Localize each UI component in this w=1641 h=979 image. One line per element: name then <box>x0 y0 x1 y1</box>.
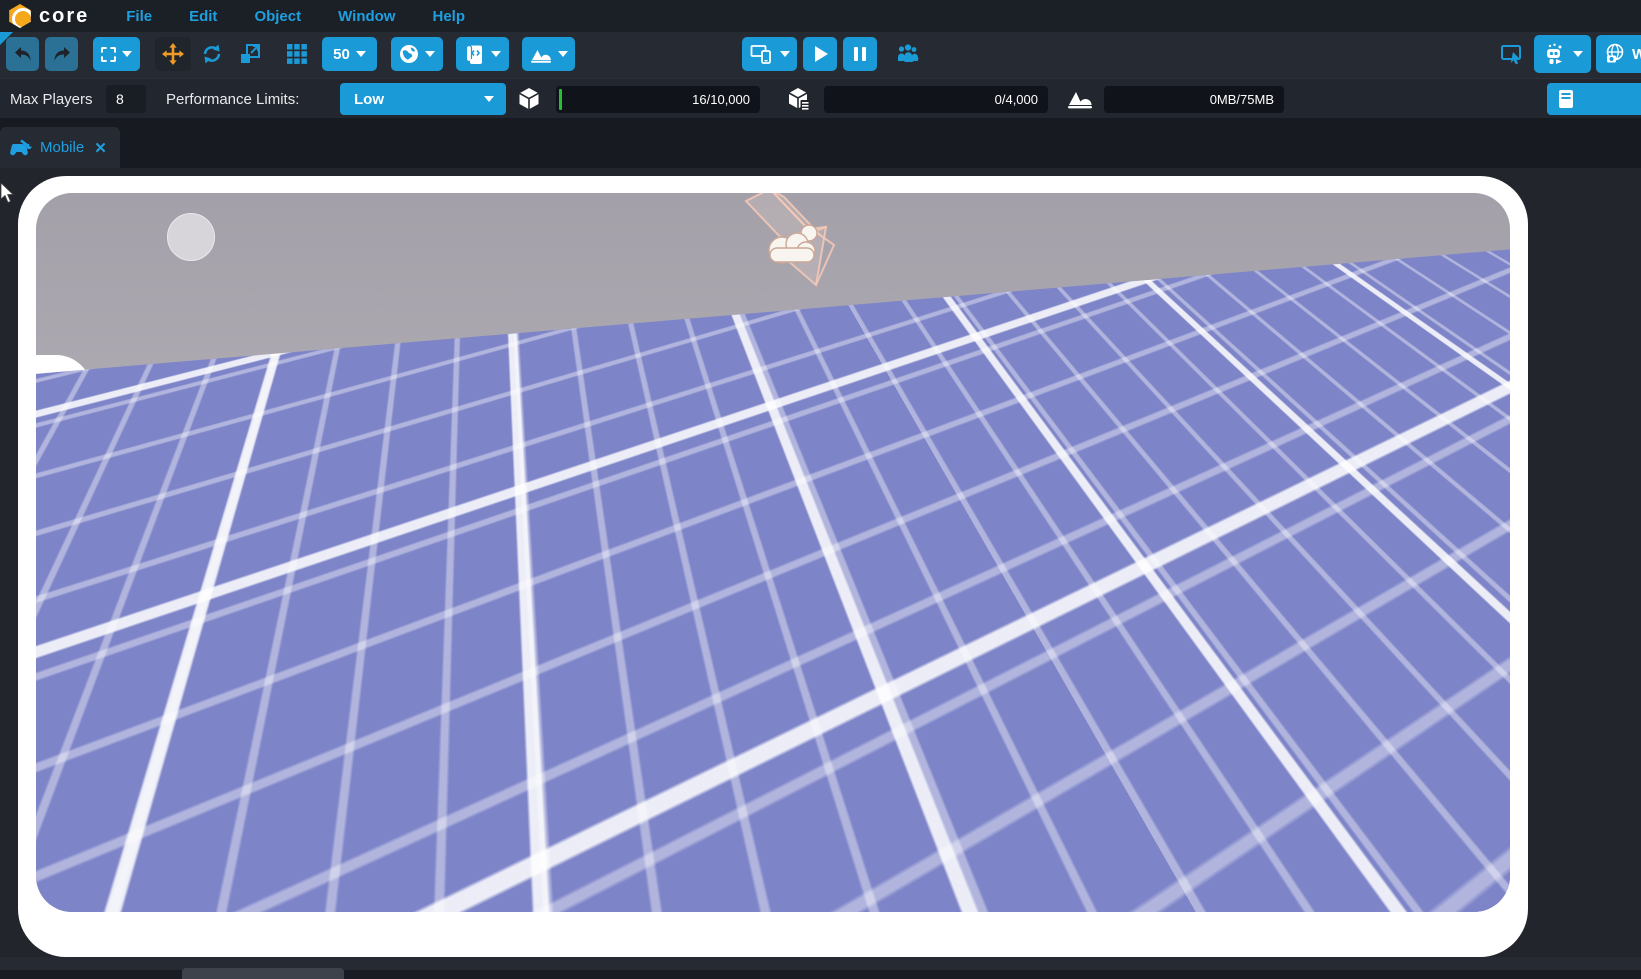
undo-button[interactable] <box>6 37 39 71</box>
menu-object[interactable]: Object <box>254 8 301 25</box>
play-button[interactable] <box>803 37 837 71</box>
networked-object-value: 0/4,000 <box>995 92 1038 107</box>
web-publish-button[interactable]: W <box>1596 35 1641 73</box>
object-count-meter: 16/10,000 <box>556 86 760 113</box>
chevron-down-icon <box>780 51 790 57</box>
mouse-cursor <box>0 183 15 204</box>
max-players-label: Max Players <box>10 91 93 108</box>
menu-help[interactable]: Help <box>432 8 465 25</box>
scene-viewport[interactable]: Z X Y <box>0 168 1641 979</box>
undo-icon <box>13 45 33 63</box>
performance-bar: Max Players 8 Performance Limits: Low 16… <box>0 78 1641 118</box>
networked-object-meter: 0/4,000 <box>824 86 1048 113</box>
3d-scene[interactable]: Z X Y <box>36 193 1510 912</box>
axis-y-label: Y <box>90 908 100 912</box>
chevron-down-icon <box>491 51 501 57</box>
axis-x-label: X <box>97 870 107 886</box>
redo-button[interactable] <box>45 37 78 71</box>
bot-assistant-dropdown[interactable] <box>1534 35 1591 73</box>
max-players-field[interactable]: 8 <box>106 85 146 113</box>
terrain-memory-icon <box>1066 86 1094 117</box>
device-preview-icon <box>750 44 774 65</box>
grid-snap-button[interactable] <box>281 37 313 71</box>
web-button-label: W <box>1632 46 1641 63</box>
terrain-memory-meter: 0MB/75MB <box>1104 86 1284 113</box>
selection-box-icon <box>101 47 116 62</box>
menu-window[interactable]: Window <box>338 8 395 25</box>
menu-bar: core File Edit Object Window Help <box>0 0 1641 32</box>
snap-size-value: 50 <box>333 46 350 63</box>
player-spawn-capsule[interactable] <box>748 489 812 593</box>
core-logo-icon <box>8 4 32 28</box>
spawn-point-gizmo[interactable] <box>712 193 846 289</box>
chevron-down-icon <box>484 96 494 102</box>
menu-file[interactable]: File <box>126 8 152 25</box>
snap-size-dropdown[interactable]: 50 <box>322 37 377 71</box>
screen-share-button[interactable] <box>1497 37 1527 71</box>
panel-icon <box>1557 88 1577 110</box>
move-tool-button[interactable] <box>155 37 191 71</box>
axis-z-label: Z <box>61 838 70 854</box>
mobile-device-frame: Z X Y <box>18 176 1528 957</box>
networked-object-icon <box>786 86 812 117</box>
move-tool-icon <box>162 43 184 65</box>
main-toolbar: 50 <box>0 32 1641 78</box>
grid-icon <box>286 43 308 65</box>
performance-limits-dropdown[interactable]: Low <box>340 83 506 115</box>
multiplayer-preview-button[interactable] <box>890 37 926 71</box>
rotate-tool-icon <box>201 43 223 65</box>
chevron-down-icon <box>122 51 132 57</box>
multiplayer-preview-icon <box>896 43 920 65</box>
performance-limits-label: Performance Limits: <box>166 91 299 108</box>
tab-mobile-label: Mobile <box>40 139 84 156</box>
selection-mode-dropdown[interactable] <box>93 37 140 71</box>
globe-camera-icon <box>1604 43 1626 65</box>
globe-icon <box>399 44 419 64</box>
scale-tool-button[interactable] <box>234 37 266 71</box>
tab-mobile[interactable]: Mobile ✕ <box>0 127 120 168</box>
bot-icon <box>1543 42 1567 66</box>
script-icon <box>465 44 485 65</box>
pause-button[interactable] <box>843 37 877 71</box>
scene-objects-dropdown[interactable] <box>522 37 575 71</box>
rotate-tool-button[interactable] <box>196 37 228 71</box>
pause-icon <box>854 47 866 61</box>
chevron-down-icon <box>1573 51 1583 57</box>
performance-limits-value: Low <box>354 91 384 108</box>
terrain-memory-value: 0MB/75MB <box>1210 92 1274 107</box>
script-dropdown[interactable] <box>456 37 509 71</box>
object-count-value: 16/10,000 <box>692 92 750 107</box>
app-logo[interactable]: core <box>8 4 89 28</box>
chevron-down-icon <box>558 51 568 57</box>
world-space-dropdown[interactable] <box>391 37 443 71</box>
monitor-cursor-icon <box>1500 43 1524 65</box>
cutoff-panel-button[interactable] <box>1547 83 1641 115</box>
device-side-notch <box>18 355 92 733</box>
gamepad-wrench-icon <box>9 139 32 156</box>
play-icon <box>815 46 828 62</box>
redo-icon <box>52 45 72 63</box>
spawn-pin-person-icon <box>759 515 801 567</box>
scale-tool-icon <box>239 43 261 65</box>
chevron-down-icon <box>356 51 366 57</box>
viewport-tab-bar: Mobile ✕ <box>0 118 1641 168</box>
device-camera-cutout <box>167 213 215 261</box>
app-name: core <box>39 5 89 28</box>
tab-close-icon[interactable]: ✕ <box>94 139 107 157</box>
chevron-down-icon <box>425 51 435 57</box>
meter-fill <box>559 89 562 110</box>
bottom-panel-handle[interactable] <box>182 968 344 979</box>
axis-orientation-gizmo: Z X Y <box>52 833 122 912</box>
device-preview-dropdown[interactable] <box>742 37 797 71</box>
object-count-icon <box>516 86 542 117</box>
menu-edit[interactable]: Edit <box>189 8 217 25</box>
terrain-sky-icon <box>530 45 552 64</box>
